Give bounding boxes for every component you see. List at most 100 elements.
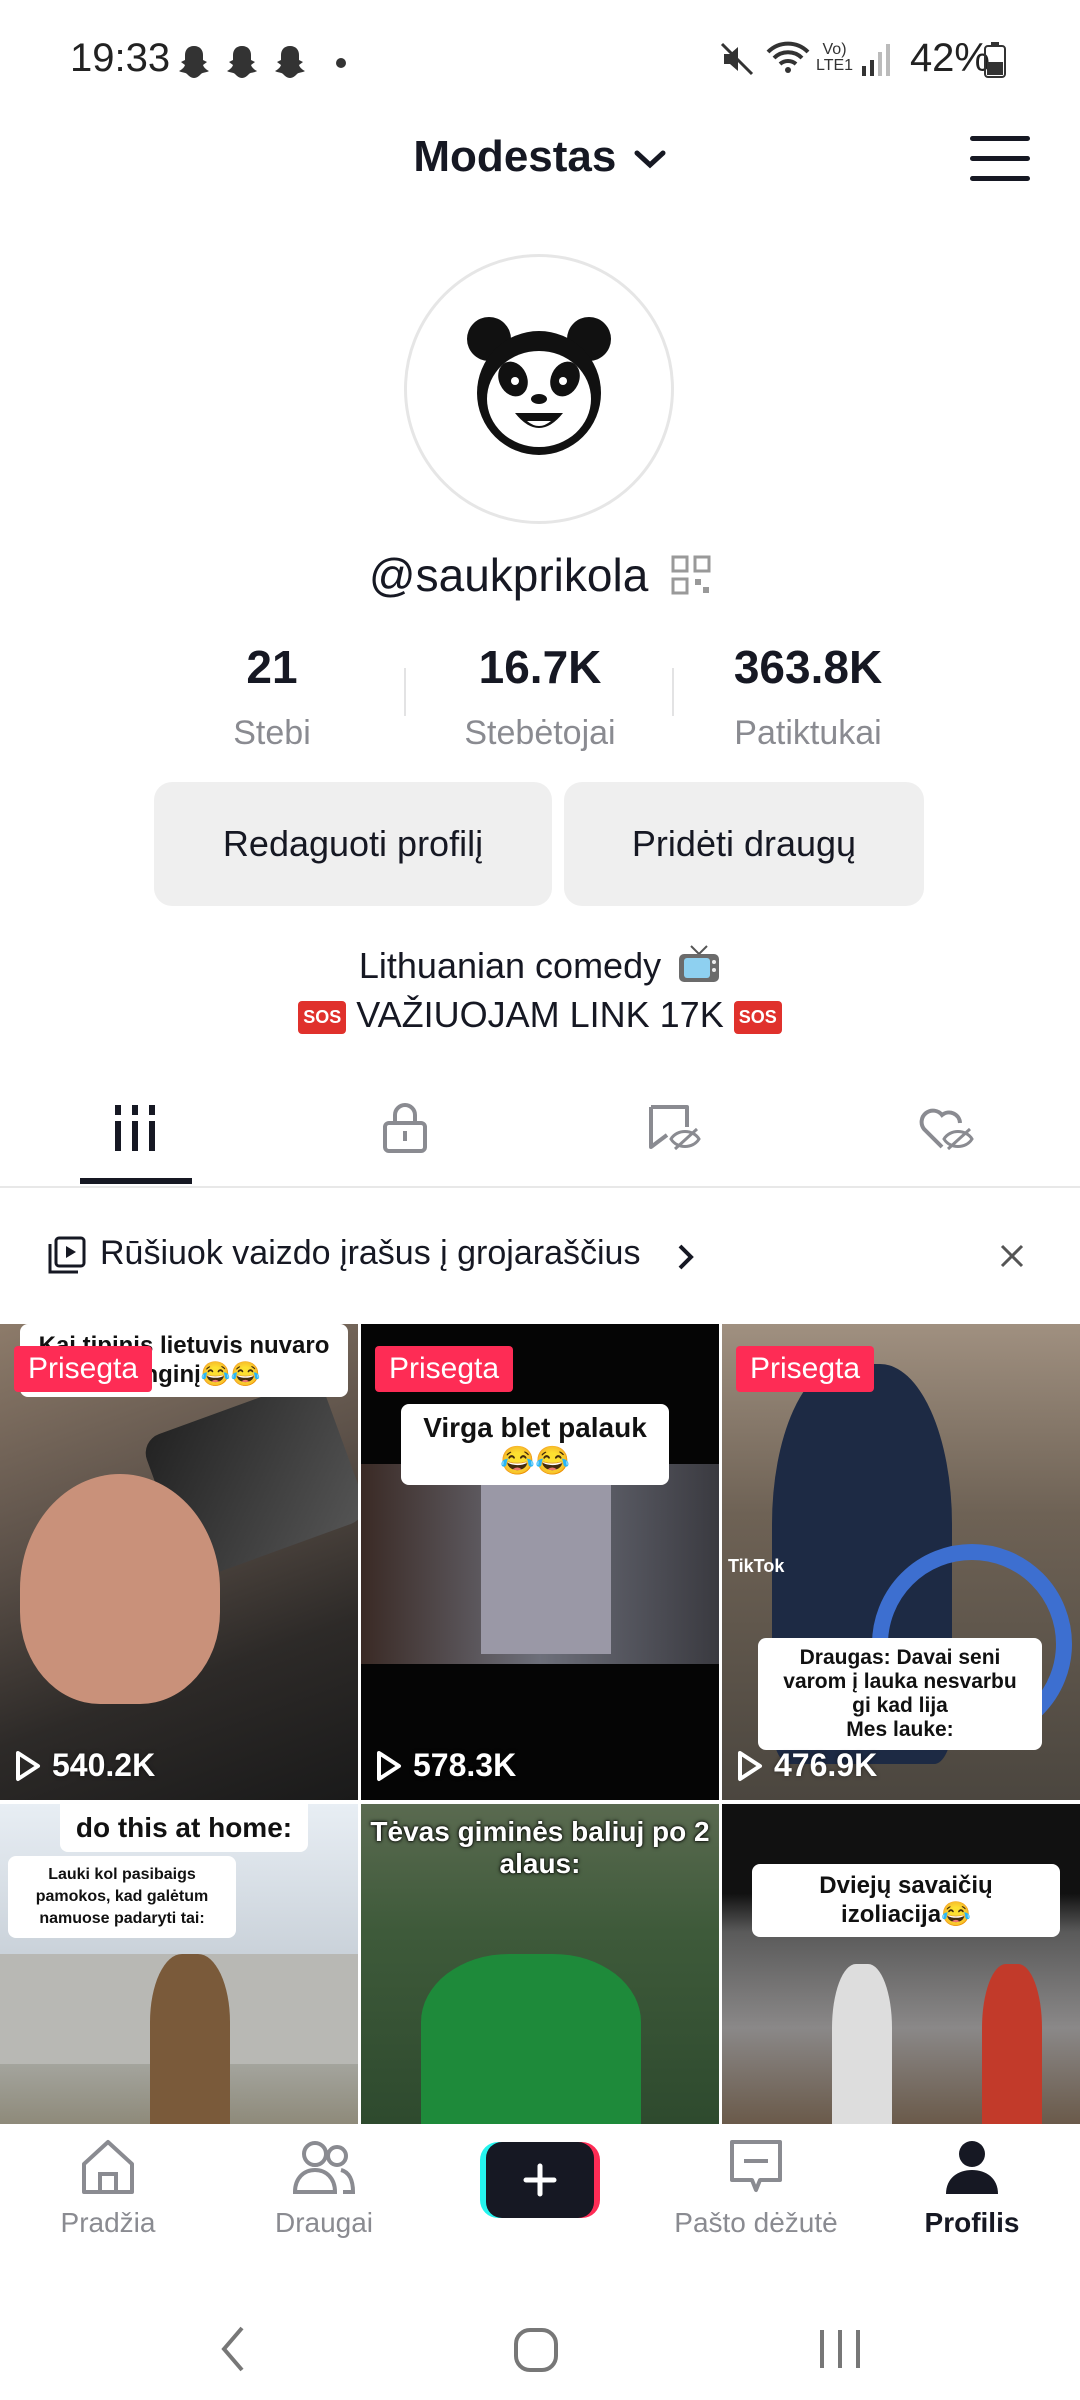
sos-badge: SOS: [733, 1000, 782, 1034]
pinned-badge: Prisegta: [375, 1346, 514, 1392]
play-icon: [738, 1750, 762, 1781]
likes-count: 363.8K: [733, 641, 883, 693]
thumb-face: [20, 1474, 220, 1704]
menu-icon[interactable]: [970, 136, 1030, 184]
grid-icon: [115, 1105, 155, 1151]
profile-account-switcher[interactable]: Modestas: [0, 132, 1080, 182]
view-count-text: 476.9K: [774, 1747, 878, 1783]
panda-avatar-icon: [467, 317, 611, 455]
video-subcaption: Lauki kol pasibaigs pamokos, kad galėtum…: [8, 1856, 236, 1938]
signal-icon: [862, 44, 890, 76]
followers-count: 16.7K: [478, 641, 602, 693]
view-count: 476.9K: [736, 1747, 877, 1784]
thumb-person: [150, 1954, 230, 2124]
avatar[interactable]: [404, 254, 674, 524]
followers-label: Stebėtojai: [464, 714, 616, 752]
notification-dot: [336, 58, 346, 68]
tab-liked[interactable]: [810, 1070, 1080, 1186]
add-friends-button[interactable]: Pridėti draugų: [564, 782, 924, 906]
chevron-right-icon: [678, 1244, 694, 1270]
play-icon: [377, 1750, 401, 1781]
nav-profile-label: Profilis: [924, 2207, 1020, 2238]
video-caption: do this at home:: [60, 1804, 308, 1852]
tiktok-watermark: TikTok: [728, 1556, 785, 1576]
back-icon[interactable]: [218, 2324, 248, 2374]
thumb-object: [481, 1474, 611, 1654]
recent-apps-icon[interactable]: [816, 2326, 864, 2372]
create-button[interactable]: [480, 2142, 600, 2218]
tv-icon: [679, 945, 720, 982]
status-time: 19:33: [70, 36, 171, 80]
battery-icon: [984, 42, 1006, 78]
username-row: @saukprikola: [0, 548, 1080, 602]
video-thumbnail[interactable]: Kai tipinis lietuvis nuvaro į renginį😂😂 …: [0, 1324, 358, 1800]
view-count: 540.2K: [14, 1747, 155, 1784]
eye-slash-bookmark-icon: [649, 1105, 701, 1151]
following-count: 21: [246, 641, 298, 693]
nav-inbox[interactable]: Pašto dėžutė: [648, 2138, 864, 2239]
likes-label: Patiktukai: [734, 714, 882, 752]
snapchat-icon: [227, 46, 257, 78]
tab-reposts[interactable]: [540, 1070, 810, 1186]
qr-code-icon[interactable]: [671, 555, 711, 595]
username: @saukprikola: [368, 549, 649, 601]
bio-line-2: SOS VAŽIUOJAM LINK 17K SOS: [0, 994, 1080, 1036]
stats-divider: [672, 668, 674, 716]
pinned-badge: Prisegta: [14, 1346, 153, 1392]
view-count-text: 578.3K: [413, 1747, 517, 1783]
create-button-core: [486, 2142, 594, 2218]
profile-name: Modestas: [413, 132, 617, 181]
tab-videos[interactable]: [0, 1070, 270, 1186]
view-count: 578.3K: [375, 1747, 516, 1784]
following-label: Stebi: [233, 714, 311, 752]
wifi-icon: [766, 41, 810, 73]
nav-friends[interactable]: Draugai: [216, 2138, 432, 2239]
playlist-banner-text: Rūšiuok vaizdo įrašus į grojaraščius: [100, 1234, 641, 1272]
home-icon: [82, 2140, 134, 2194]
view-count-text: 540.2K: [52, 1747, 156, 1783]
active-tab-indicator: [80, 1178, 192, 1184]
volte-icon: Vo) LTE1: [816, 41, 854, 74]
tab-private[interactable]: [270, 1070, 540, 1186]
lock-icon: [383, 1103, 427, 1153]
video-caption: Virga blet palauk😂😂: [401, 1404, 669, 1485]
profile-icon: [946, 2141, 998, 2194]
bio-text-2: VAŽIUOJAM LINK 17K: [356, 994, 724, 1035]
likes-stat[interactable]: 363.8K Patiktukai: [688, 640, 928, 753]
thumb-person: [421, 1954, 641, 2124]
video-thumbnail[interactable]: TikTok Draugas: Davai seni varom į lauka…: [722, 1324, 1080, 1800]
video-caption: Tėvas giminės baliuj po 2 alaus:: [370, 1816, 710, 1879]
chevron-down-icon: [634, 150, 666, 169]
close-icon[interactable]: [998, 1242, 1026, 1270]
sos-badge: SOS: [298, 1000, 347, 1034]
snapchat-icon: [275, 46, 305, 78]
home-circle-icon[interactable]: [512, 2326, 560, 2374]
pinned-badge: Prisegta: [736, 1346, 875, 1392]
video-thumbnail[interactable]: Virga blet palauk😂😂 Prisegta 578.3K: [361, 1324, 719, 1800]
bio-line-1: Lithuanian comedy: [0, 944, 1080, 987]
nav-friends-label: Draugai: [274, 2207, 374, 2238]
play-icon: [16, 1750, 40, 1781]
system-nav-bar: [0, 2274, 1080, 2400]
video-caption: Draugas: Davai seni varom į lauka nesvar…: [758, 1638, 1042, 1750]
video-thumbnail[interactable]: Dviejų savaičių izoliacija😂: [722, 1804, 1080, 2124]
thumb-person: [832, 1964, 892, 2124]
video-thumbnail[interactable]: do this at home: Lauki kol pasibaigs pam…: [0, 1804, 358, 2124]
playlist-icon: [48, 1236, 86, 1274]
nav-inbox-label: Pašto dėžutė: [674, 2207, 838, 2238]
nav-home[interactable]: Pradžia: [0, 2138, 216, 2239]
nav-profile[interactable]: Profilis: [864, 2138, 1080, 2239]
snapchat-icon: [179, 46, 209, 78]
profile-tabs: [0, 1070, 1080, 1188]
playlist-banner[interactable]: Rūšiuok vaizdo įrašus į grojaraščius: [0, 1190, 1080, 1310]
followers-stat[interactable]: 16.7K Stebėtojai: [420, 640, 660, 753]
nav-home-label: Pradžia: [60, 2207, 156, 2238]
heart-eye-slash-icon: [919, 1108, 974, 1151]
plus-icon: [523, 2163, 557, 2197]
edit-profile-button[interactable]: Redaguoti profilį: [154, 782, 552, 906]
thumb-person: [982, 1964, 1042, 2124]
inbox-icon: [730, 2140, 782, 2192]
stats-divider: [404, 668, 406, 716]
video-thumbnail[interactable]: Tėvas giminės baliuj po 2 alaus:: [361, 1804, 719, 2124]
following-stat[interactable]: 21 Stebi: [152, 640, 392, 753]
